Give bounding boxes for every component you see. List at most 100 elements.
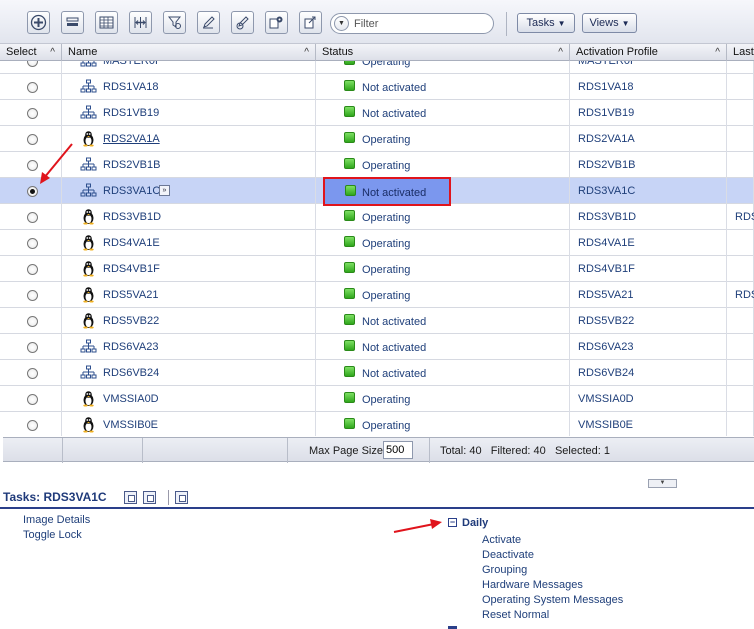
gear-icon[interactable] [265, 11, 288, 34]
row-name-link[interactable]: RDS5VA21 [103, 289, 158, 301]
row-status-text: Not activated [362, 108, 427, 120]
pane-splitter-handle[interactable]: ▼ [648, 479, 677, 488]
row-name-link[interactable]: RDS2VB1B [103, 159, 160, 171]
row-select-radio[interactable] [27, 61, 38, 67]
row-name-link[interactable]: RDS4VA1E [103, 237, 160, 249]
task-link-image-details[interactable]: Image Details [23, 514, 90, 526]
row-name-link[interactable]: RDS3VA1C [103, 185, 160, 197]
context-menu-icon[interactable]: » [159, 185, 170, 196]
status-cell: Operating [316, 204, 570, 230]
tasks-window-icon[interactable] [143, 491, 156, 504]
footer-divider [62, 438, 63, 463]
table-row[interactable]: VMSSIA0D Operating VMSSIA0D [0, 386, 754, 412]
row-name-link[interactable]: RDS2VA1A [103, 133, 160, 145]
row-select-radio[interactable] [27, 342, 38, 353]
table-row[interactable]: RDS2VB1B Operating RDS2VB1B [0, 152, 754, 178]
row-status-text: Operating [362, 420, 411, 432]
row-select-radio[interactable] [27, 394, 38, 405]
table-row[interactable]: VMSSIB0E Operating VMSSIB0E [0, 412, 754, 436]
table-row[interactable]: MASTER0F Operating MASTER0F [0, 61, 754, 74]
row-name-link[interactable]: RDS4VB1F [103, 263, 160, 275]
profile-cell: RDS4VA1E [570, 230, 727, 256]
table-row[interactable]: RDS6VA23 Not activated RDS6VA23 [0, 334, 754, 360]
table-body: MASTER0F Operating MASTER0F RDS1VA18 Not act… [0, 61, 754, 436]
row-select-radio[interactable] [27, 290, 38, 301]
row-select-radio[interactable] [27, 212, 38, 223]
table-row[interactable]: RDS5VA21 Operating RDS5VA21 RDS [0, 282, 754, 308]
tasks-copy-icon[interactable] [124, 491, 137, 504]
row-select-radio[interactable] [27, 368, 38, 379]
tasks-menu-button[interactable]: Tasks ▼ [517, 13, 575, 33]
task-link-os-messages[interactable]: Operating System Messages [482, 594, 623, 606]
row-select-radio[interactable] [27, 160, 38, 171]
column-header-label: Name [68, 46, 98, 58]
row-name-link[interactable]: VMSSIB0E [103, 419, 158, 431]
row-name-link[interactable]: MASTER0F [103, 61, 162, 67]
row-name-link[interactable]: RDS6VB24 [103, 367, 159, 379]
column-config-icon[interactable] [129, 11, 152, 34]
row-select-radio[interactable] [27, 82, 38, 93]
column-header-status[interactable]: Status ^ [316, 44, 570, 61]
tree-icon [80, 156, 97, 173]
row-name-link[interactable]: RDS6VA23 [103, 341, 158, 353]
row-select-radio[interactable] [27, 134, 38, 145]
collapse-daily-icon[interactable]: − [448, 518, 457, 527]
task-link-activate[interactable]: Activate [482, 534, 521, 546]
task-link-reset-normal[interactable]: Reset Normal [482, 609, 549, 621]
daily-group-label[interactable]: Daily [462, 517, 488, 529]
name-cell: RDS5VB22 [62, 308, 316, 334]
profile-cell: RDS6VA23 [570, 334, 727, 360]
max-page-size-input[interactable] [383, 441, 413, 459]
table-row[interactable]: RDS2VA1A Operating RDS2VA1A [0, 126, 754, 152]
row-name-link[interactable]: RDS5VB22 [103, 315, 159, 327]
penguin-icon [80, 208, 97, 225]
table-row[interactable]: RDS6VB24 Not activated RDS6VB24 [0, 360, 754, 386]
column-header-select[interactable]: Select ^ [0, 44, 62, 61]
row-select-radio[interactable] [27, 108, 38, 119]
sort-up-icon[interactable]: ^ [558, 44, 563, 61]
filter-config-icon[interactable] [163, 11, 186, 34]
tasks-list-view-icon[interactable] [175, 491, 188, 504]
chevron-down-icon[interactable]: ▼ [334, 16, 349, 31]
table-row[interactable]: RDS1VB19 Not activated RDS1VB19 [0, 100, 754, 126]
task-link-grouping[interactable]: Grouping [482, 564, 527, 576]
sort-up-icon[interactable]: ^ [715, 44, 720, 61]
edit-alt-icon[interactable] [231, 11, 254, 34]
table-row[interactable]: RDS4VB1F Operating RDS4VB1F [0, 256, 754, 282]
table-row[interactable]: RDS3VA1C» Not activated RDS3VA1C [0, 178, 754, 204]
export-icon[interactable] [299, 11, 322, 34]
row-select-radio[interactable] [27, 316, 38, 327]
row-name-link[interactable]: RDS1VA18 [103, 81, 158, 93]
task-link-toggle-lock[interactable]: Toggle Lock [23, 529, 82, 541]
table-row[interactable]: RDS1VA18 Not activated RDS1VA18 [0, 74, 754, 100]
table-row[interactable]: RDS5VB22 Not activated RDS5VB22 [0, 308, 754, 334]
add-icon[interactable] [27, 11, 50, 34]
name-cell: RDS4VA1E [62, 230, 316, 256]
filter-field[interactable]: ▼ [330, 13, 494, 34]
column-header-name[interactable]: Name ^ [62, 44, 316, 61]
penguin-icon [80, 260, 97, 277]
table-row[interactable]: RDS3VB1D Operating RDS3VB1D RDS [0, 204, 754, 230]
task-link-hardware-messages[interactable]: Hardware Messages [482, 579, 583, 591]
row-select-radio[interactable] [27, 238, 38, 249]
sort-up-icon[interactable]: ^ [50, 44, 55, 61]
table-config-icon[interactable] [95, 11, 118, 34]
row-name-link[interactable]: VMSSIA0D [103, 393, 159, 405]
filter-input[interactable] [352, 16, 487, 31]
column-header-profile[interactable]: Activation Profile ^ [570, 44, 727, 61]
remove-icon[interactable] [61, 11, 84, 34]
row-name-link[interactable]: RDS1VB19 [103, 107, 159, 119]
edit-icon[interactable] [197, 11, 220, 34]
sort-up-icon[interactable]: ^ [304, 44, 309, 61]
task-link-deactivate[interactable]: Deactivate [482, 549, 534, 561]
row-name-link[interactable]: RDS3VB1D [103, 211, 161, 223]
table-row[interactable]: RDS4VA1E Operating RDS4VA1E [0, 230, 754, 256]
status-green-icon [344, 340, 355, 351]
row-select-radio[interactable] [27, 420, 38, 431]
column-header-last[interactable]: Last [727, 44, 754, 61]
status-cell: Operating [316, 282, 570, 308]
row-select-radio[interactable] [27, 186, 38, 197]
row-select-radio[interactable] [27, 264, 38, 275]
footer-divider [429, 438, 430, 463]
views-menu-button[interactable]: Views ▼ [582, 13, 637, 33]
